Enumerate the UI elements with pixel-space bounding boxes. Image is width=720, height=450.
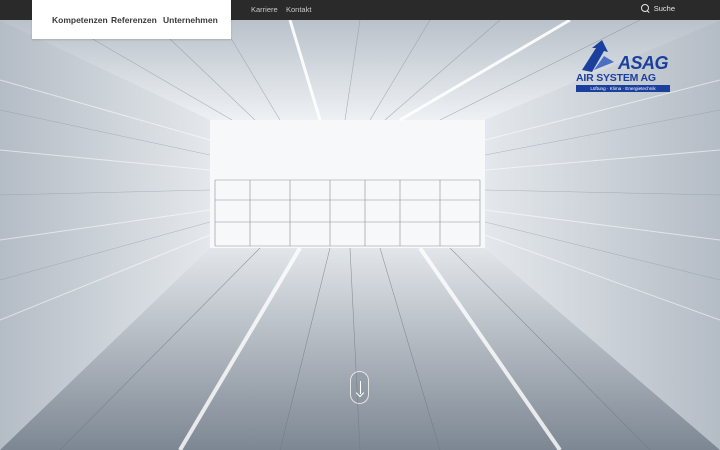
nav-link-karriere[interactable]: Karriere [251,5,278,14]
nav-link-referenzen[interactable]: Referenzen [111,15,157,25]
arrow-down-icon [359,381,361,394]
search-button[interactable]: Suche [640,4,675,13]
search-icon [640,4,650,13]
logo-company-name: AIR SYSTEM AG [576,72,656,84]
search-label: Suche [653,4,675,13]
logo-tagline: Lüftung · Klima · Energietechnik [576,85,670,92]
nav-link-kompetenzen[interactable]: Kompetenzen [52,15,108,25]
nav-link-unternehmen[interactable]: Unternehmen [163,15,218,25]
logo-brand: ASAG [618,53,669,73]
logo-arrow-icon [582,40,614,72]
nav-link-kontakt[interactable]: Kontakt [286,5,311,14]
scroll-down-button[interactable] [350,371,369,404]
company-logo[interactable]: ASAG AIR SYSTEM AG Lüftung · Klima · Ene… [574,40,672,92]
primary-nav: Kompetenzen Referenzen Unternehmen [32,0,231,39]
